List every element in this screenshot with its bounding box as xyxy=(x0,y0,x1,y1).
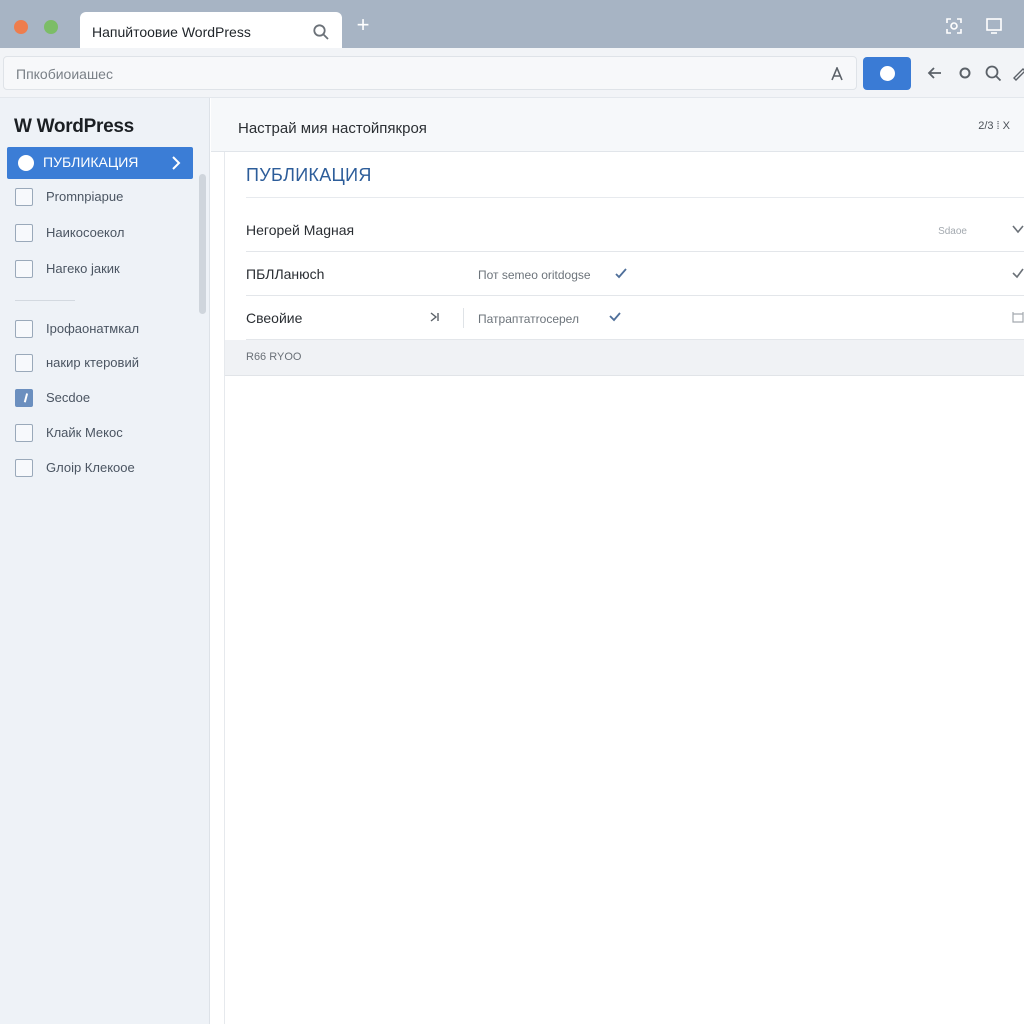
checkbox-icon xyxy=(15,320,33,338)
address-bar[interactable]: Ппкобиоиашес xyxy=(3,56,857,90)
sidebar-item-label: Клайк Мекос xyxy=(46,425,123,440)
window-icon[interactable] xyxy=(984,16,1004,36)
window-minimize-button[interactable] xyxy=(44,20,58,34)
sidebar: W WordPress ПУБЛИКАЦИЯ Promnpiapue Наико… xyxy=(0,98,210,1024)
sidebar-item[interactable]: Promnpiapue xyxy=(15,187,195,207)
sidebar-item[interactable]: Наикосоекол xyxy=(15,223,195,243)
sidebar-divider xyxy=(15,300,75,301)
sidebar-item-label: ПУБЛИКАЦИЯ xyxy=(43,154,139,170)
checkbox-icon xyxy=(15,424,33,442)
footer-band: R66 RYOO xyxy=(225,340,1024,376)
sidebar-scrollbar[interactable] xyxy=(199,174,206,314)
back-arrow-icon[interactable] xyxy=(926,64,944,82)
page-title: Настрай мия настойпякроя xyxy=(238,120,427,137)
row-label: Свеойие xyxy=(246,310,303,326)
header-controls[interactable]: 2/3 ⁞ X xyxy=(978,120,1010,132)
sidebar-item[interactable]: Ірофаонатмкал xyxy=(15,319,195,339)
settings-row[interactable]: Негорей Мagнaя Sdaoe xyxy=(246,208,1024,252)
sidebar-item-label: Gлоір Клeкоое xyxy=(46,460,135,475)
browser-tab[interactable]: Напuйтоовие WordPress xyxy=(80,12,342,48)
go-button[interactable] xyxy=(863,57,911,90)
sidebar-item-publications[interactable]: ПУБЛИКАЦИЯ xyxy=(7,147,193,179)
tab-title: Напuйтоовие WordPress xyxy=(92,24,251,40)
edit-icon[interactable] xyxy=(1010,64,1024,82)
checkbox-icon xyxy=(15,188,33,206)
settings-panel: ПУБЛИКАЦИЯ Негорей Мagнaя Sdaoe ПБЛЛaнюc… xyxy=(224,152,1024,1024)
reader-icon[interactable] xyxy=(830,67,844,81)
row-label: ПБЛЛaнюch xyxy=(246,266,325,282)
settings-row[interactable]: Свеойие Патраптатrосерел xyxy=(246,296,1024,340)
chevron-down-icon[interactable] xyxy=(1011,222,1024,236)
column-separator xyxy=(463,308,464,328)
search-icon[interactable] xyxy=(312,23,330,41)
checkbox-icon xyxy=(15,459,33,477)
sidebar-item[interactable]: Нагеко jакик xyxy=(15,259,195,279)
row-value: Патраптатrосерел xyxy=(478,312,579,326)
zoom-icon[interactable] xyxy=(984,64,1002,82)
expand-icon[interactable] xyxy=(1011,310,1024,324)
divider xyxy=(246,197,1024,198)
sidebar-item-label: Secdoe xyxy=(46,390,91,405)
sidebar-item-label: Наикосоекол xyxy=(46,225,125,240)
sidebar-item-label: Нагеко jакик xyxy=(46,261,120,276)
page-header: Настрай мия настойпякроя 2/3 ⁞ X xyxy=(211,98,1024,152)
window-close-button[interactable] xyxy=(14,20,28,34)
main-content: Настрай мия настойпякроя 2/3 ⁞ X ПУБЛИКА… xyxy=(211,98,1024,1024)
sidebar-item[interactable]: Gлоір Клeкоое xyxy=(15,458,195,478)
sidebar-item-label: накир ктеровий xyxy=(46,355,139,370)
settings-row[interactable]: ПБЛЛaнюch Пот semeo oritdogse xyxy=(246,252,1024,296)
sidebar-item[interactable]: Клайк Мекос xyxy=(15,423,195,443)
checkmark-icon[interactable] xyxy=(1011,266,1024,280)
collapse-icon[interactable] xyxy=(428,310,442,324)
sidebar-item[interactable]: Secdoe xyxy=(15,388,195,408)
screenshot-icon[interactable] xyxy=(944,16,964,36)
url-text: Ппкобиоиашес xyxy=(16,66,113,82)
checkbox-checked-icon xyxy=(15,389,33,407)
row-value: Пот semeo oritdogse xyxy=(478,268,591,282)
checkmark-icon xyxy=(615,268,627,279)
row-label: Негорей Мagнaя xyxy=(246,222,355,238)
section-title: ПУБЛИКАЦИЯ xyxy=(246,165,372,185)
checkbox-icon xyxy=(15,224,33,242)
row-hint: Sdaoe xyxy=(938,226,967,237)
checkmark-icon xyxy=(609,312,621,322)
record-icon[interactable] xyxy=(956,64,974,82)
wordpress-logo-text[interactable]: W WordPress xyxy=(14,116,134,138)
checkbox-icon xyxy=(15,260,33,278)
checkbox-icon xyxy=(15,354,33,372)
sidebar-item-label: Promnpiapue xyxy=(46,189,124,204)
chevron-right-icon xyxy=(172,156,181,170)
new-tab-button[interactable]: + xyxy=(352,14,374,36)
sidebar-item-label: Ірофаонатмкал xyxy=(46,321,140,336)
sidebar-item[interactable]: накир ктеровий xyxy=(15,353,195,373)
footer-text: R66 RYOO xyxy=(246,351,302,363)
circle-icon xyxy=(18,155,34,171)
browser-tab-strip: Напuйтоовие WordPress + xyxy=(0,0,1024,48)
compass-icon xyxy=(880,66,895,81)
